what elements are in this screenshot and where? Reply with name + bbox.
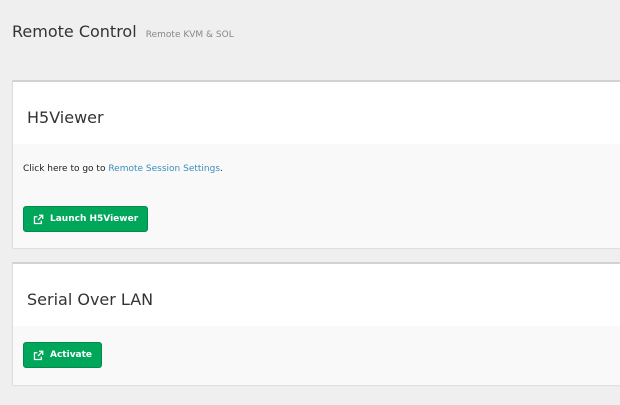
launch-h5viewer-button[interactable]: Launch H5Viewer	[23, 206, 149, 232]
h5viewer-title: H5Viewer	[27, 108, 104, 127]
sol-panel-header: Serial Over LAN	[13, 264, 620, 326]
remote-session-help-text: Click here to go to Remote Session Setti…	[23, 164, 223, 174]
activate-sol-button[interactable]: Activate	[23, 342, 103, 368]
help-prefix: Click here to go to	[23, 164, 109, 174]
external-link-icon	[33, 214, 44, 225]
h5viewer-panel-header: H5Viewer	[13, 82, 620, 144]
launch-h5viewer-label: Launch H5Viewer	[50, 214, 139, 224]
sol-panel: Serial Over LAN Activate	[12, 262, 620, 385]
sol-title: Serial Over LAN	[27, 290, 154, 309]
page-title: Remote Control	[12, 22, 137, 41]
activate-sol-label: Activate	[50, 350, 93, 360]
page-subtitle: Remote KVM & SOL	[145, 30, 234, 40]
remote-session-settings-link[interactable]: Remote Session Settings	[108, 164, 220, 174]
h5viewer-panel: H5Viewer Click here to go to Remote Sess…	[12, 80, 620, 248]
external-link-icon	[33, 350, 44, 361]
page-header: Remote Control Remote KVM & SOL	[12, 22, 234, 41]
help-suffix: .	[220, 164, 223, 174]
